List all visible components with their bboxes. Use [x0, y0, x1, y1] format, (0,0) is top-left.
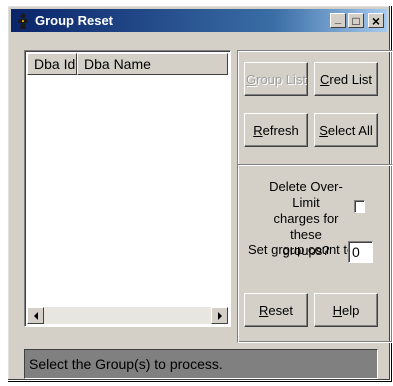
scrollbar-track[interactable] [44, 307, 211, 324]
group-list-mnemonic: G [246, 71, 257, 87]
cred-list-label: red List [329, 71, 373, 87]
group-list-view[interactable]: Dba Id Dba Name [24, 50, 231, 327]
select-all-button[interactable]: Select All [314, 113, 378, 147]
delete-label-line1: Delete Over-Limit [269, 179, 343, 210]
select-all-label: elect All [327, 122, 373, 138]
select-all-mnemonic: S [319, 122, 328, 138]
list-header: Dba Id Dba Name [27, 53, 228, 75]
group-list-label: roup List [256, 71, 306, 87]
title-bar[interactable]: Group Reset _ □ × [11, 9, 387, 32]
group-reset-window: Group Reset _ □ × Dba Id Dba Name G roup… [7, 5, 393, 381]
sheriff-icon [15, 13, 31, 29]
minimize-icon: _ [334, 12, 342, 25]
minimize-button[interactable]: _ [330, 13, 346, 28]
maximize-icon: □ [352, 13, 360, 28]
column-header-dba-id[interactable]: Dba Id [27, 53, 77, 75]
reset-label: eset [268, 302, 293, 318]
group-count-input[interactable]: 0 [348, 241, 373, 263]
scroll-left-button[interactable] [27, 307, 44, 324]
arrow-right-icon [217, 311, 222, 320]
window-title: Group Reset [35, 13, 114, 28]
close-icon: × [371, 12, 381, 29]
cred-list-mnemonic: C [319, 71, 330, 87]
status-bar: Select the Group(s) to process. [24, 349, 378, 379]
maximize-button[interactable]: □ [348, 13, 364, 28]
refresh-button[interactable]: Refresh [244, 113, 308, 147]
reset-button[interactable]: Reset [244, 293, 308, 327]
help-mnemonic: H [332, 302, 343, 318]
scroll-right-button[interactable] [211, 307, 228, 324]
reset-mnemonic: R [259, 302, 269, 318]
list-actions-panel: Group List Cred List Refresh Select All [237, 50, 393, 166]
arrow-left-icon [33, 311, 38, 320]
reset-options-panel: Delete Over-Limit charges for these grou… [237, 164, 393, 343]
delete-label-line2: charges for these [273, 211, 339, 242]
column-header-dba-name[interactable]: Dba Name [77, 53, 228, 75]
help-button[interactable]: Help [314, 293, 378, 327]
delete-over-limit-checkbox[interactable] [354, 200, 365, 213]
help-label: elp [342, 302, 360, 318]
horizontal-scrollbar[interactable] [27, 307, 228, 324]
close-button[interactable]: × [368, 12, 384, 29]
refresh-label: efresh [262, 122, 299, 138]
cred-list-button[interactable]: Cred List [314, 62, 378, 96]
refresh-mnemonic: R [253, 122, 263, 138]
list-body[interactable] [27, 75, 228, 306]
group-list-button[interactable]: Group List [244, 62, 308, 96]
group-count-label: Set group count to [248, 242, 355, 257]
